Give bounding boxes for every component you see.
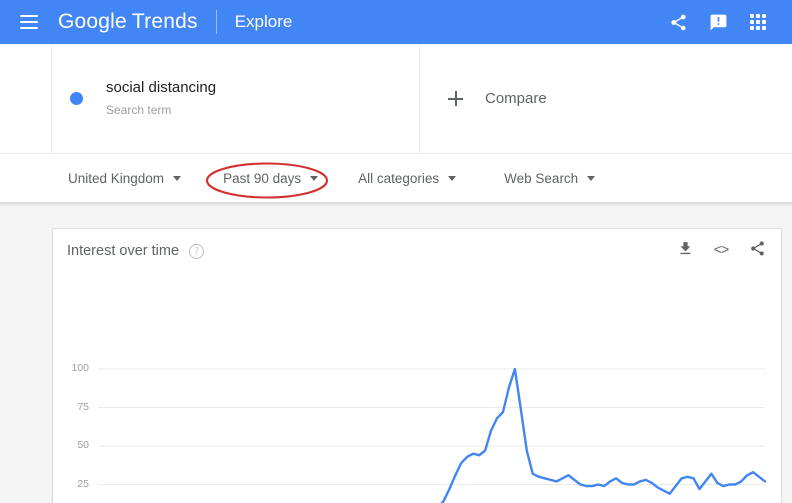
location-filter-label: United Kingdom	[68, 170, 165, 186]
chevron-down-icon	[448, 175, 457, 181]
card-title: Interest over time	[67, 243, 180, 259]
plus-icon	[448, 91, 463, 106]
chevron-down-icon	[587, 175, 596, 181]
time-range-filter-label: Past 90 days	[223, 170, 302, 186]
search-term-row: social distancing Search term Compare	[0, 44, 792, 154]
interest-over-time-card: Interest over time ? <> 25 50 75 100	[52, 228, 782, 503]
appbar-divider	[215, 10, 217, 34]
download-button[interactable]	[675, 241, 695, 261]
category-filter-label: All categories	[358, 170, 440, 186]
chevron-down-icon	[173, 175, 182, 181]
hamburger-menu-icon[interactable]	[20, 15, 38, 29]
time-range-filter[interactable]: Past 90 days	[223, 170, 319, 186]
interest-over-time-chart[interactable]: 255075100 Jan 27Feb 28Mar 31	[53, 273, 783, 503]
compare-label: Compare	[485, 90, 547, 107]
app-bar: Google Trends Explore	[0, 0, 792, 44]
y-axis-tick-75: 75	[77, 400, 89, 413]
card-actions: <>	[675, 241, 767, 261]
brand-logo[interactable]: Google Trends	[58, 10, 198, 34]
apps-grid-icon	[750, 14, 766, 30]
series-color-dot	[70, 92, 83, 105]
card-share-button[interactable]	[747, 241, 767, 261]
share-icon	[749, 240, 766, 262]
search-type-filter-label: Web Search	[504, 170, 579, 186]
y-axis-tick-100: 100	[71, 362, 89, 374]
row-left-gutter	[0, 44, 52, 153]
download-icon	[677, 240, 694, 262]
category-filter[interactable]: All categories	[358, 170, 457, 186]
embed-button[interactable]: <>	[711, 241, 731, 261]
explore-nav-link[interactable]: Explore	[235, 12, 293, 32]
location-filter[interactable]: United Kingdom	[68, 170, 182, 186]
help-question-icon[interactable]: ?	[189, 243, 205, 259]
y-axis-tick-25: 25	[77, 477, 89, 490]
feedback-button[interactable]	[698, 2, 738, 42]
chart-canvas	[98, 367, 767, 503]
search-term-type: Search term	[106, 102, 172, 117]
google-apps-button[interactable]	[738, 2, 778, 42]
brand-google-text: Google	[58, 10, 127, 33]
filterbar-shadow	[0, 203, 792, 207]
y-axis-tick-50: 50	[77, 439, 89, 451]
search-term-text-block: social distancing Search term	[106, 79, 216, 118]
brand-trends-text: Trends	[131, 10, 198, 33]
filter-bar: United Kingdom Past 90 days All categori…	[0, 154, 792, 203]
google-trends-explore-page: Google Trends Explore social distancing …	[0, 0, 792, 503]
card-header: Interest over time ? <>	[53, 229, 781, 273]
feedback-icon	[709, 13, 728, 32]
add-comparison-button[interactable]: Compare	[420, 44, 792, 153]
share-button[interactable]	[658, 2, 698, 42]
search-type-filter[interactable]: Web Search	[504, 170, 596, 186]
search-term-name: social distancing	[106, 79, 217, 97]
chevron-down-icon	[310, 175, 319, 181]
share-icon	[669, 13, 688, 32]
search-term-card[interactable]: social distancing Search term	[52, 44, 420, 153]
embed-code-icon: <>	[713, 243, 730, 259]
app-bar-actions	[658, 2, 792, 42]
